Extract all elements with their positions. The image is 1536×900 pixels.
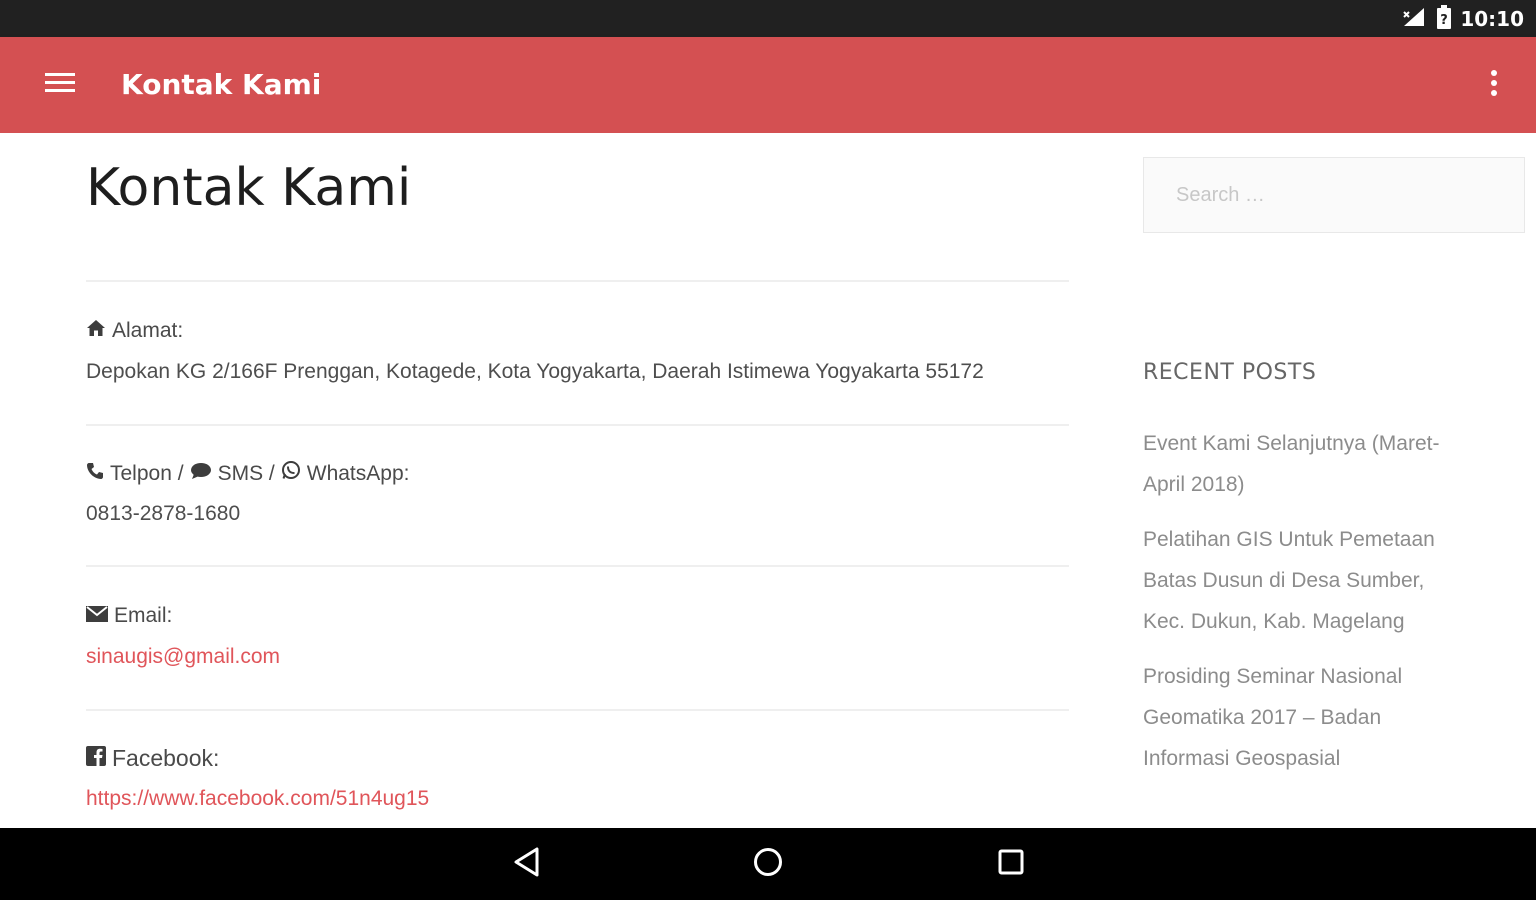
address-value: Depokan KG 2/166F Prenggan, Kotagede, Ko… bbox=[86, 360, 984, 383]
hamburger-menu-button[interactable] bbox=[38, 67, 82, 103]
sms-label-text: SMS / bbox=[217, 462, 275, 485]
divider bbox=[86, 280, 1069, 282]
home-button[interactable] bbox=[744, 842, 792, 886]
recents-button[interactable] bbox=[987, 842, 1035, 886]
page-content: Kontak Kami Alamat: Depokan KG 2/166F Pr… bbox=[0, 133, 1536, 828]
hamburger-menu-icon bbox=[45, 72, 75, 99]
recent-posts-list: Event Kami Selanjutnya (Maret-April 2018… bbox=[1143, 423, 1443, 793]
email-link[interactable]: sinaugis@gmail.com bbox=[86, 643, 280, 671]
whatsapp-icon bbox=[281, 460, 301, 488]
recent-post-link[interactable]: Pelatihan GIS Untuk Pemetaan Batas Dusun… bbox=[1143, 519, 1443, 642]
divider bbox=[86, 565, 1069, 567]
recent-post-link[interactable]: Event Kami Selanjutnya (Maret-April 2018… bbox=[1143, 423, 1443, 505]
back-button[interactable] bbox=[503, 842, 551, 886]
home-icon bbox=[86, 317, 106, 345]
status-icons: ? 10:10 bbox=[1402, 4, 1524, 34]
app-bar-title: Kontak Kami bbox=[121, 68, 322, 101]
address-label-text: Alamat: bbox=[112, 319, 184, 342]
whatsapp-label-text: WhatsApp: bbox=[306, 462, 410, 485]
facebook-label: Facebook: bbox=[86, 744, 219, 772]
battery-icon: ? bbox=[1436, 4, 1452, 34]
page-title: Kontak Kami bbox=[86, 158, 412, 218]
facebook-link[interactable]: https://www.facebook.com/51n4ug15 bbox=[86, 785, 429, 813]
more-vert-icon bbox=[1490, 69, 1498, 102]
phone-icon bbox=[86, 460, 104, 488]
divider bbox=[86, 424, 1069, 426]
status-time: 10:10 bbox=[1460, 7, 1524, 31]
search-box bbox=[1143, 157, 1525, 233]
divider bbox=[86, 709, 1069, 711]
email-label-text: Email: bbox=[114, 604, 173, 627]
address-label: Alamat: bbox=[86, 317, 183, 345]
signal-icon bbox=[1402, 6, 1428, 33]
phone-label-text: Telpon / bbox=[110, 462, 184, 485]
recent-posts-heading: RECENT POSTS bbox=[1143, 360, 1317, 385]
chat-bubble-icon bbox=[190, 460, 212, 488]
recents-icon bbox=[997, 848, 1025, 881]
recent-post-link[interactable]: Prosiding Seminar Nasional Geomatika 201… bbox=[1143, 656, 1443, 779]
app-bar: Kontak Kami bbox=[0, 37, 1536, 133]
overflow-menu-button[interactable] bbox=[1482, 67, 1506, 103]
back-icon bbox=[513, 846, 541, 883]
navigation-bar bbox=[0, 828, 1536, 900]
facebook-icon bbox=[86, 744, 106, 772]
home-circle-icon bbox=[752, 846, 784, 883]
envelope-icon bbox=[86, 602, 108, 630]
facebook-label-text: Facebook: bbox=[112, 745, 220, 771]
email-label: Email: bbox=[86, 602, 172, 630]
phone-value: 0813-2878-1680 bbox=[86, 502, 241, 525]
search-input[interactable] bbox=[1144, 158, 1524, 232]
phone-label: Telpon / SMS / WhatsApp: bbox=[86, 460, 409, 488]
svg-text:?: ? bbox=[1441, 13, 1449, 28]
status-bar: ? 10:10 bbox=[0, 0, 1536, 37]
